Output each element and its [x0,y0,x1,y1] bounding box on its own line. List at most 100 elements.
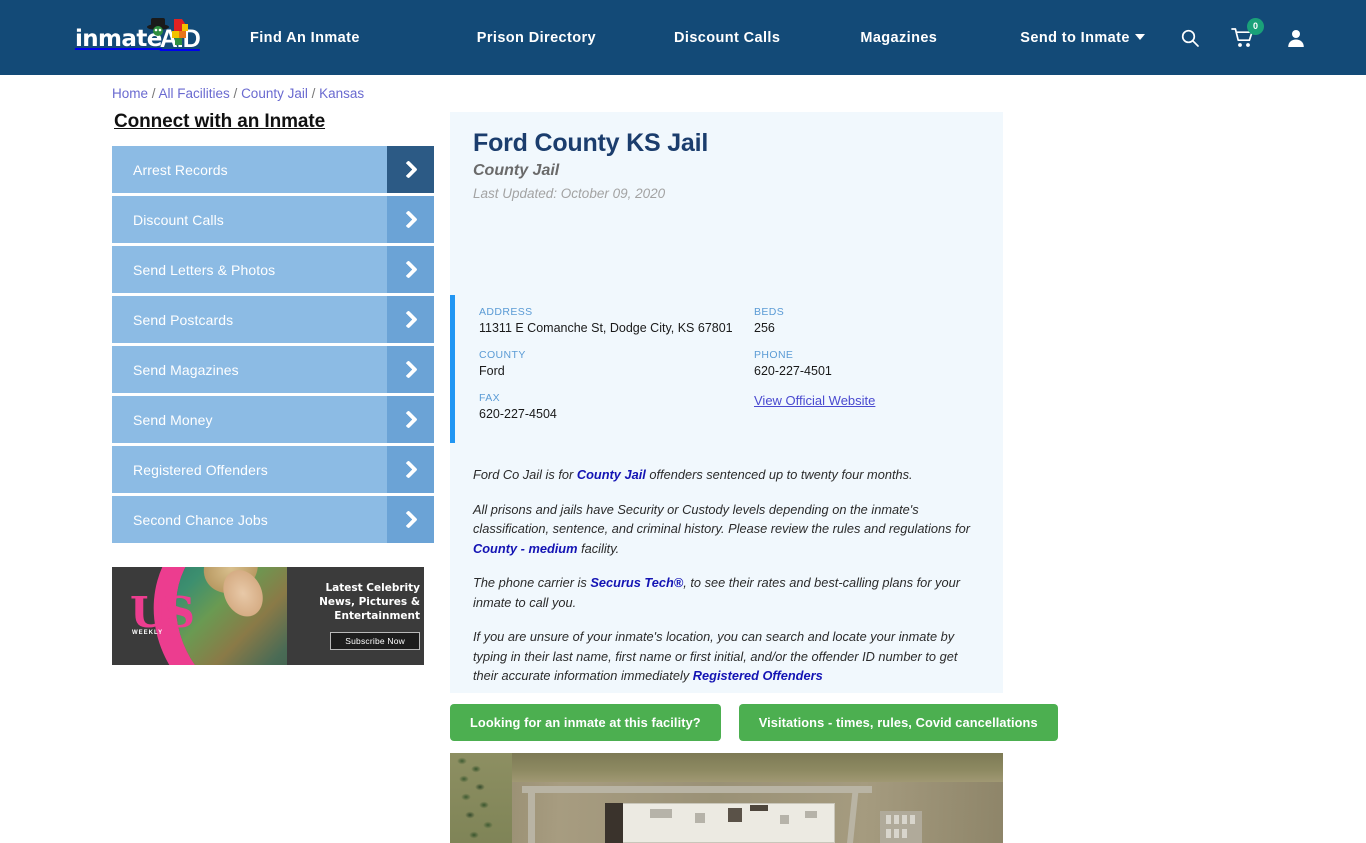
sidebar-item-label: Send Letters & Photos [133,261,276,278]
chevron-right-icon [387,296,434,343]
info-value: 620-227-4501 [754,364,832,378]
site-logo[interactable]: inmateAID [75,18,201,59]
satellite-vehicle [894,829,899,838]
satellite-jail-building [605,803,835,843]
ad-copy: Latest Celebrity News, Pictures & Entert… [288,581,420,650]
facility-info-grid: ADDRESS 11311 E Comanche St, Dodge City,… [479,306,979,435]
sidebar-item-label: Arrest Records [133,161,228,178]
advertisement-banner[interactable]: US WEEKLY Latest Celebrity News, Pictures… [112,567,424,665]
inline-link-county-jail[interactable]: County Jail [577,467,646,482]
looking-for-inmate-button[interactable]: Looking for an inmate at this facility? [450,704,721,741]
chevron-right-icon [387,146,434,193]
chevron-down-icon [1134,33,1145,40]
chevron-right-icon [387,446,434,493]
ad-line-1: Latest Celebrity [325,582,420,594]
info-value: Ford [479,364,505,378]
nav-item-discount-calls[interactable]: Discount Calls [674,30,780,46]
info-accent-bar [450,295,455,443]
sidebar-item-label: Discount Calls [133,211,224,228]
sidebar-item-label: Second Chance Jobs [133,511,268,528]
breadcrumb-separator: / [148,86,159,101]
sidebar-item-label: Send Postcards [133,311,234,328]
info-label: PHONE [754,349,794,361]
shopping-cart-icon[interactable]: 0 [1231,17,1264,49]
description-paragraph-2: All prisons and jails have Security or C… [473,501,970,556]
info-label: BEDS [754,306,785,318]
inline-link-registered-offenders[interactable]: Registered Offenders [693,668,823,683]
satellite-vehicle [910,815,915,824]
sidebar: Connect with an Inmate Arrest Records Di… [112,111,434,546]
view-official-website-link[interactable]: View Official Website [754,393,875,408]
breadcrumb-item-kansas[interactable]: Kansas [319,86,364,101]
nav-item-send-to-inmate-label: Send to Inmate [1020,29,1130,46]
chevron-right-icon [387,496,434,543]
satellite-roof-unit [728,808,742,822]
satellite-roof-unit [650,809,672,818]
visitations-button[interactable]: Visitations - times, rules, Covid cancel… [738,704,1058,741]
sidebar-item-send-postcards[interactable]: Send Postcards [112,296,434,343]
satellite-vehicle [902,829,907,838]
sidebar-item-send-magazines[interactable]: Send Magazines [112,346,434,393]
satellite-road-vertical [528,786,535,843]
chevron-right-icon [387,196,434,243]
facility-card: Ford County KS Jail County Jail Last Upd… [450,112,1003,693]
ad-line-2: News, Pictures & [319,596,420,608]
info-field-county: COUNTY Ford [479,349,754,379]
facility-satellite-image[interactable] [450,753,1003,843]
satellite-vehicle [894,815,899,824]
breadcrumb-separator: / [229,86,242,101]
page-body: Home / All Facilities / County Jail / Ka… [0,75,1366,843]
last-updated-text: Last Updated: October 09, 2020 [473,186,666,201]
nav-item-send-to-inmate[interactable]: Send to Inmate [1020,30,1145,46]
user-account-icon[interactable] [1286,28,1306,48]
search-icon[interactable] [1180,28,1200,48]
breadcrumb-item-all-facilities[interactable]: All Facilities [159,86,230,101]
sidebar-item-label: Registered Offenders [133,461,268,478]
satellite-vehicle [886,815,891,824]
description-paragraph-3: The phone carrier is Securus Tech®, to s… [473,575,960,610]
main-nav: Find An Inmate Prison Directory Discount… [250,0,1145,75]
breadcrumb-item-home[interactable]: Home [112,86,148,101]
description-paragraph-4: If you are unsure of your inmate's locat… [473,629,958,683]
sidebar-title: Connect with an Inmate [114,111,326,132]
satellite-roof-unit [805,811,817,818]
ad-brand-logo: US WEEKLY [130,588,195,637]
satellite-road-horizontal [522,786,872,793]
info-field-official-website: View Official Website [754,392,979,422]
chevron-right-icon [387,396,434,443]
info-value: 11311 E Comanche St, Dodge City, KS 6780… [479,321,733,335]
header-icon-group: 0 [1180,0,1306,75]
chevron-right-icon [387,346,434,393]
satellite-vehicle [886,829,891,838]
inline-link-county-medium[interactable]: County - medium [473,541,578,556]
facility-info-block: ADDRESS 11311 E Comanche St, Dodge City,… [450,295,1003,443]
sidebar-item-arrest-records[interactable]: Arrest Records [112,146,434,193]
ad-subscribe-button[interactable]: Subscribe Now [330,632,420,650]
info-value: 620-227-4504 [479,407,557,421]
sidebar-item-label: Send Money [133,411,213,428]
info-label: FAX [479,392,501,404]
sidebar-item-label: Send Magazines [133,361,239,378]
sidebar-item-send-letters-photos[interactable]: Send Letters & Photos [112,246,434,293]
nav-item-prison-directory[interactable]: Prison Directory [477,30,596,46]
satellite-vehicle [902,815,907,824]
chevron-right-icon [387,246,434,293]
page-title: Ford County KS Jail [473,129,709,157]
breadcrumb-item-county-jail[interactable]: County Jail [241,86,308,101]
info-field-beds: BEDS 256 [754,306,979,336]
sidebar-item-registered-offenders[interactable]: Registered Offenders [112,446,434,493]
info-field-fax: FAX 620-227-4504 [479,392,754,422]
facility-type: County Jail [473,162,560,179]
satellite-roof-unit [780,815,789,824]
cart-count-badge: 0 [1247,17,1264,35]
satellite-building-wing [605,803,623,843]
sidebar-item-send-money[interactable]: Send Money [112,396,434,443]
sidebar-item-discount-calls[interactable]: Discount Calls [112,196,434,243]
nav-item-find-an-inmate[interactable]: Find An Inmate [250,30,360,46]
satellite-roof-unit [695,813,705,823]
ad-artwork: US WEEKLY [112,567,287,665]
nav-item-magazines[interactable]: Magazines [860,30,937,46]
satellite-treeline [450,753,512,843]
inline-link-securus-tech[interactable]: Securus Tech® [590,575,683,590]
sidebar-item-second-chance-jobs[interactable]: Second Chance Jobs [112,496,434,543]
